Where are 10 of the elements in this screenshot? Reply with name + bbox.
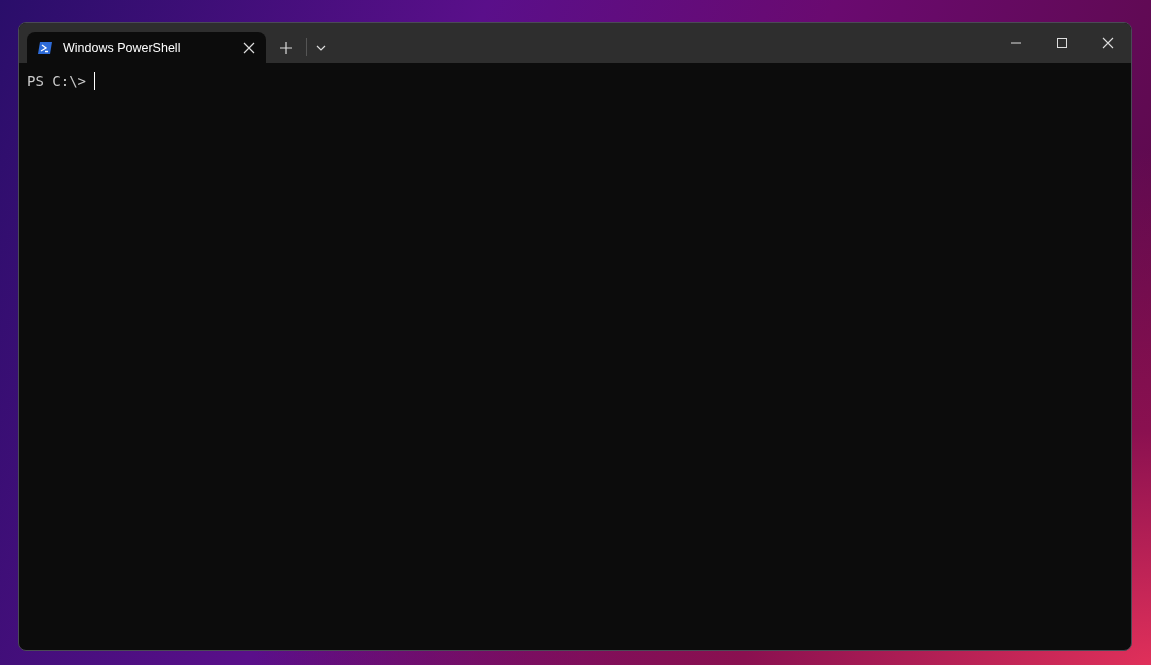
- text-cursor: [94, 72, 95, 90]
- close-icon: [242, 40, 256, 55]
- caret-icon: [316, 44, 326, 51]
- prompt-text: PS C:\>: [27, 73, 86, 89]
- minimize-icon: [1011, 42, 1021, 44]
- terminal-tab[interactable]: Windows PowerShell: [27, 32, 266, 63]
- powershell-icon: [37, 40, 53, 55]
- maximize-icon: [1057, 38, 1067, 48]
- close-icon: [1102, 37, 1114, 49]
- plus-icon: [279, 40, 293, 55]
